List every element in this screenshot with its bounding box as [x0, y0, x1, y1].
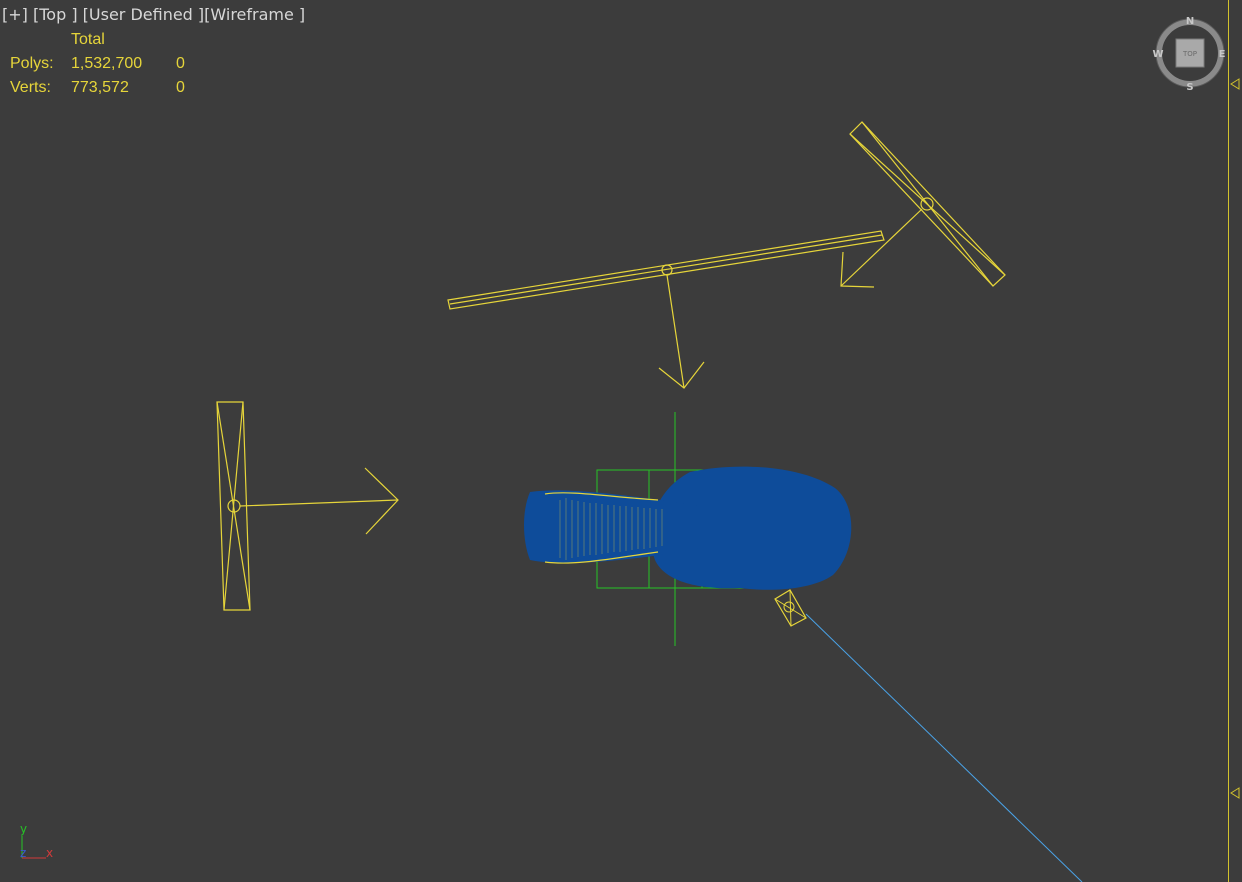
axis-x-label: x: [46, 846, 53, 860]
light-top-bar-direction: [666, 274, 685, 389]
light-top-right-direction: [840, 208, 923, 287]
scene-canvas[interactable]: TOP N S E W y x z: [0, 0, 1242, 882]
stats-polys-total: 1,532,700: [71, 55, 143, 72]
time-slider-markers: [1230, 78, 1240, 799]
camera-diagonal-b: [789, 589, 792, 627]
stats-verts-total: 773,572: [71, 79, 129, 96]
stats-polys-selected: 0: [176, 55, 185, 72]
light-top-bar-center: [449, 234, 883, 305]
viewport-top[interactable]: TOP N S E W y x z [+] [Top ] [User Defin…: [0, 0, 1242, 882]
viewport-menu-plus[interactable]: [+]: [2, 5, 28, 24]
viewcube-south: S: [1186, 82, 1193, 93]
time-slider-rail: [1228, 0, 1229, 882]
axis-gizmo: y x z: [20, 822, 53, 860]
axis-y-label: y: [20, 822, 27, 836]
viewport-label-menu[interactable]: [+] [Top ] [User Defined ][Wireframe ]: [2, 5, 305, 24]
stats-verts-selected: 0: [176, 79, 185, 96]
light-left[interactable]: [216, 401, 399, 611]
mesh-object[interactable]: [524, 466, 852, 590]
camera-object[interactable]: [774, 589, 1083, 882]
viewcube-west: W: [1152, 49, 1163, 60]
light-left-direction: [239, 499, 399, 507]
stats-verts-label: Verts:: [10, 79, 51, 96]
marker-top: [1230, 78, 1240, 90]
viewport-menu-view[interactable]: [Top ]: [33, 5, 78, 24]
light-top-bar[interactable]: [447, 230, 885, 389]
viewport-menu-shading[interactable]: [User Defined ]: [83, 5, 205, 24]
light-top-right[interactable]: [840, 121, 1006, 288]
camera-target-line: [805, 613, 1083, 882]
viewcube[interactable]: TOP N S E W: [1152, 16, 1225, 93]
stats-header-total: Total: [71, 31, 105, 48]
viewcube-east: E: [1219, 49, 1226, 60]
marker-bottom: [1230, 787, 1240, 799]
stats-polys-label: Polys:: [10, 55, 54, 72]
axis-z-label: z: [20, 846, 26, 860]
light-top-right-diagonal-b: [849, 133, 1006, 276]
viewport-menu-display[interactable]: [Wireframe ]: [204, 5, 305, 24]
viewcube-face-label: TOP: [1182, 50, 1197, 58]
viewcube-north: N: [1186, 16, 1194, 27]
